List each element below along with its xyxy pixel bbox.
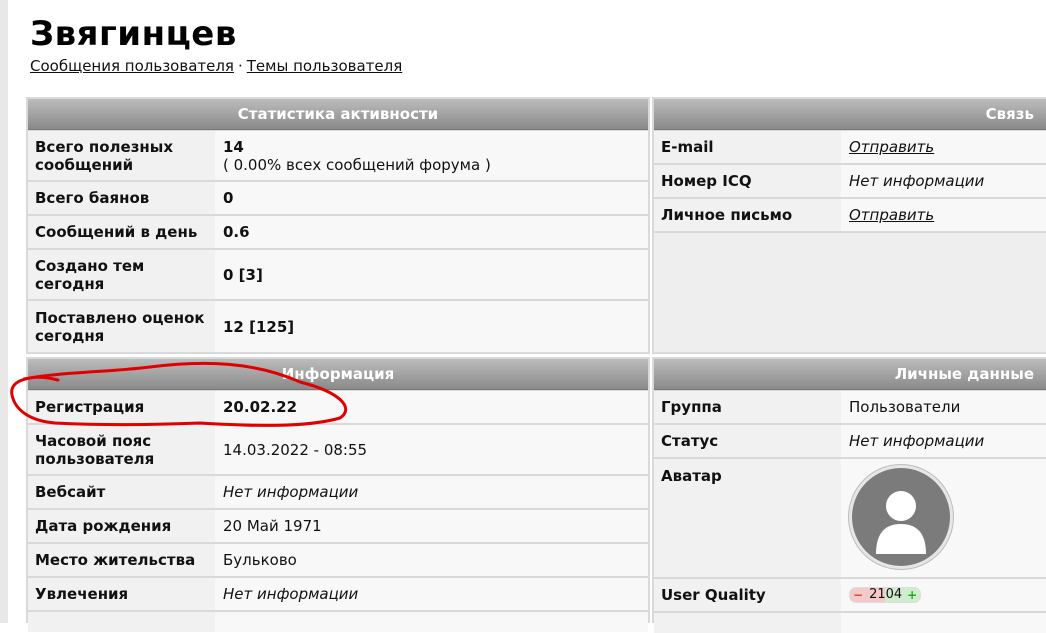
- timezone-value: 14.03.2022 - 08:55: [223, 440, 368, 459]
- row-label: Номер ICQ: [654, 165, 839, 197]
- row-label: [654, 613, 839, 633]
- info-row-city: Место жительства Бульково: [28, 544, 648, 576]
- city-value: Бульково: [223, 551, 297, 569]
- info-row-birthday: Дата рождения 20 Май 1971: [28, 510, 648, 542]
- registration-value: 20.02.22: [223, 398, 298, 416]
- row-value: Бульково: [215, 544, 648, 576]
- info-header: Информация: [28, 359, 648, 390]
- info-row-next: [28, 612, 648, 632]
- activity-panel: Статистика активности Всего полезных соо…: [26, 97, 650, 354]
- info-row-hobbies: Увлечения Нет информации: [28, 578, 648, 610]
- row-value: 12 [125]: [215, 301, 648, 352]
- row-value: 0 [3]: [215, 250, 648, 299]
- icq-value: Нет информации: [849, 172, 985, 190]
- contact-row-email: E-mail Отправить: [654, 131, 1046, 163]
- row-label: Сообщений в день: [28, 216, 213, 248]
- row-value: Нет информации: [841, 425, 1046, 457]
- personal-row-avatar: Аватар: [654, 459, 1046, 577]
- row-label: Поставлено оценок сегодня: [28, 301, 213, 352]
- contact-row-icq: Номер ICQ Нет информации: [654, 165, 1046, 197]
- personal-row-status: Статус Нет информации: [654, 425, 1046, 457]
- row-label: Статус: [654, 425, 839, 457]
- row-value: Нет информации: [215, 476, 648, 508]
- row-label: E-mail: [654, 131, 839, 163]
- profile-links: Сообщения пользователя · Темы пользователя: [30, 57, 402, 75]
- email-send-link[interactable]: Отправить: [849, 138, 934, 156]
- row-label: Дата рождения: [28, 510, 213, 542]
- row-value: Нет информации: [841, 165, 1046, 197]
- personal-panel: Личные данные Группа Пользователи Статус…: [652, 357, 1046, 633]
- total-useful-percent: ( 0.00% всех сообщений форума ): [223, 155, 491, 174]
- row-label: Часовой пояс пользователя: [28, 425, 213, 474]
- row-value: 20 Май 1971: [215, 510, 648, 542]
- personal-row-group: Группа Пользователи: [654, 391, 1046, 423]
- activity-row-topics-today: Создано тем сегодня 0 [3]: [28, 250, 648, 299]
- activity-header: Статистика активности: [28, 99, 648, 130]
- personal-header: Личные данные: [654, 359, 1046, 390]
- row-value: Отправить: [841, 131, 1046, 163]
- row-label: Группа: [654, 391, 839, 423]
- group-value: Пользователи: [849, 398, 961, 416]
- row-label: [28, 612, 213, 632]
- contact-header: Связь: [654, 99, 1046, 130]
- row-value: Отправить: [841, 199, 1046, 231]
- pm-send-link[interactable]: Отправить: [849, 206, 934, 224]
- activity-row-per-day: Сообщений в день 0.6: [28, 216, 648, 248]
- row-value: 14.03.2022 - 08:55: [215, 425, 648, 474]
- info-row-timezone: Часовой пояс пользователя 14.03.2022 - 0…: [28, 425, 648, 474]
- activity-row-total: Всего полезных сообщений 14 ( 0.00% всех…: [28, 131, 648, 180]
- row-label: User Quality: [654, 579, 839, 611]
- row-value: Пользователи: [841, 391, 1046, 423]
- row-value: Нет информации: [215, 578, 648, 610]
- info-row-website: Вебсайт Нет информации: [28, 476, 648, 508]
- link-separator: ·: [237, 57, 243, 75]
- info-panel: Информация Регистрация 20.02.22 Часовой …: [26, 357, 650, 632]
- row-label: Место жительства: [28, 544, 213, 576]
- row-label: Всего баянов: [28, 182, 213, 214]
- personal-row-quality: User Quality − 2104 +: [654, 579, 1046, 611]
- row-label: Аватар: [654, 459, 839, 577]
- total-useful-count: 14: [223, 137, 244, 156]
- user-posts-link[interactable]: Сообщения пользователя: [30, 57, 234, 75]
- row-label: Вебсайт: [28, 476, 213, 508]
- row-label: Увлечения: [28, 578, 213, 610]
- row-value: [215, 612, 648, 632]
- per-day-value: 0.6: [223, 223, 250, 241]
- page-title: Звягинцев: [30, 14, 237, 54]
- contact-row-pm: Личное письмо Отправить: [654, 199, 1046, 231]
- row-value: 0: [215, 182, 648, 214]
- contact-empty-area: [654, 233, 1046, 352]
- row-value: 20.02.22: [215, 391, 648, 423]
- contact-panel: Связь E-mail Отправить Номер ICQ Нет инф…: [652, 97, 1046, 354]
- row-label: Личное письмо: [654, 199, 839, 231]
- bayan-value: 0: [223, 189, 234, 207]
- topics-today-value: 0 [3]: [223, 265, 263, 284]
- row-value: [841, 459, 1046, 577]
- info-row-registration: Регистрация 20.02.22: [28, 391, 648, 423]
- status-value: Нет информации: [849, 432, 985, 450]
- row-value: − 2104 +: [841, 579, 1046, 611]
- row-value: 14 ( 0.00% всех сообщений форума ): [215, 131, 648, 180]
- minus-icon[interactable]: −: [853, 586, 863, 604]
- user-quality-widget: − 2104 +: [849, 586, 922, 604]
- user-topics-link[interactable]: Темы пользователя: [247, 57, 403, 75]
- website-value: Нет информации: [223, 483, 359, 501]
- avatar-placeholder-icon: [849, 465, 953, 569]
- row-value: [841, 613, 1046, 633]
- row-label: Регистрация: [28, 391, 213, 423]
- birthday-value: 20 Май 1971: [223, 517, 322, 535]
- page-left-strip: [0, 0, 8, 623]
- user-quality-value: 2104: [869, 587, 903, 602]
- row-value: 0.6: [215, 216, 648, 248]
- personal-row-next: [654, 613, 1046, 633]
- activity-row-ratings-today: Поставлено оценок сегодня 12 [125]: [28, 301, 648, 352]
- row-label: Создано тем сегодня: [28, 250, 213, 299]
- row-label: Всего полезных сообщений: [28, 131, 213, 180]
- activity-row-bayan: Всего баянов 0: [28, 182, 648, 214]
- plus-icon[interactable]: +: [907, 586, 917, 604]
- hobbies-value: Нет информации: [223, 585, 359, 603]
- ratings-today-value: 12 [125]: [223, 317, 295, 336]
